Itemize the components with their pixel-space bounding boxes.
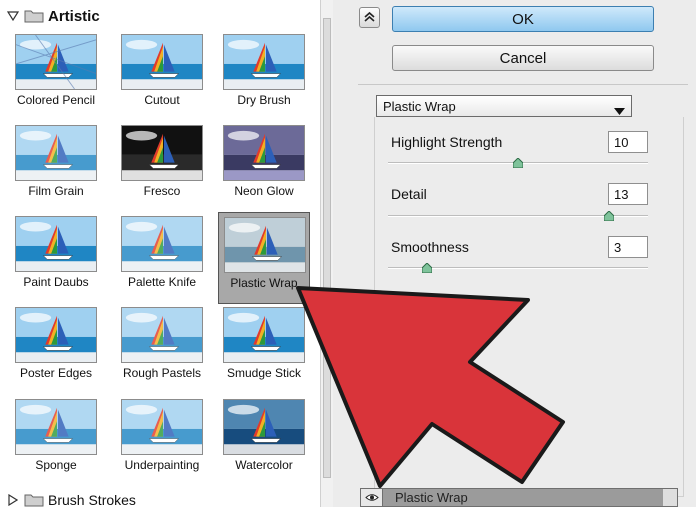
filter-thumbnail[interactable] [121,125,203,181]
filter-tile-label: Neon Glow [234,184,294,198]
filter-thumbnail[interactable] [15,34,97,90]
filter-tile[interactable]: Underpainting [116,395,208,487]
filter-tile[interactable]: Watercolor [218,395,310,487]
gallery-scrollbar[interactable] [320,0,333,507]
filter-tile-label: Sponge [35,458,77,472]
filter-tile-label: Poster Edges [19,366,93,380]
filter-tile-label: Colored Pencil [16,93,96,107]
filter-thumbnail[interactable] [121,307,203,363]
filter-tile-label: Dry Brush [237,93,291,107]
eye-icon[interactable] [361,489,383,506]
ok-button[interactable]: OK [392,6,654,32]
filter-thumbnail[interactable] [223,399,305,455]
filter-tile-label: Paint Daubs [23,275,89,289]
smoothness-input[interactable]: 3 [608,236,648,258]
slider-knob-icon[interactable] [421,262,433,274]
filter-tile[interactable]: Cutout [116,30,208,122]
detail-input[interactable]: 13 [608,183,648,205]
detail-label: Detail [391,186,427,202]
scrollbar-thumb[interactable] [323,18,331,478]
filter-thumbnail[interactable] [121,34,203,90]
folder-brush-strokes[interactable]: Brush Strokes [0,488,320,507]
effect-layer-row[interactable]: Plastic Wrap [360,488,678,507]
filter-tile-label: Film Grain [28,184,84,198]
filter-tile-label: Cutout [144,93,180,107]
filter-thumbnail[interactable] [121,216,203,272]
detail-slider[interactable] [388,210,648,222]
filter-tile[interactable]: Rough Pastels [116,303,208,395]
filter-thumbnail[interactable] [223,307,305,363]
filter-tile-label: Fresco [143,184,181,198]
filter-tile-label: Underpainting [124,458,200,472]
filter-thumbnail[interactable] [15,399,97,455]
filter-tile[interactable]: Sponge [10,395,102,487]
slider-knob-icon[interactable] [603,210,615,222]
settings-panel: OK Cancel Plastic Wrap Highlight Strengt… [334,0,696,507]
filter-tile[interactable]: Smudge Stick [218,303,310,395]
smoothness-slider[interactable] [388,262,648,274]
filter-select-value: Plastic Wrap [383,98,456,114]
filter-tile-label: Watercolor [235,458,293,472]
collapse-up-icon [364,11,375,25]
highlight-strength-input[interactable]: 10 [608,131,648,153]
highlight-strength-label: Highlight Strength [391,134,503,150]
filter-tile-label: Plastic Wrap [230,276,298,290]
filter-tile[interactable]: Palette Knife [116,212,208,304]
highlight-strength-slider[interactable] [388,157,648,169]
filter-thumbnail[interactable] [121,399,203,455]
folder-icon [24,493,44,507]
dropdown-arrow-icon [614,103,625,118]
folder-label: Brush Strokes [48,492,136,507]
filter-thumbnail[interactable] [224,217,306,273]
filter-select[interactable]: Plastic Wrap [376,95,632,117]
filter-thumbnail[interactable] [15,307,97,363]
chevron-right-icon[interactable] [6,493,20,507]
filter-thumbnail[interactable] [15,125,97,181]
filter-tile[interactable]: Plastic Wrap [218,212,310,304]
divider [358,84,688,85]
folder-icon [24,9,44,23]
filter-tile[interactable]: Poster Edges [10,303,102,395]
folder-label: Artistic [48,7,100,25]
filter-thumbnail[interactable] [223,34,305,90]
effect-layer-name: Plastic Wrap [395,490,468,505]
filter-tile[interactable]: Fresco [116,121,208,213]
filter-tile[interactable]: Neon Glow [218,121,310,213]
filter-tile-label: Rough Pastels [122,366,202,380]
slider-knob-icon[interactable] [512,157,524,169]
filter-parameters [374,117,684,497]
filter-thumbnail[interactable] [15,216,97,272]
filter-tile[interactable]: Film Grain [10,121,102,213]
cancel-button[interactable]: Cancel [392,45,654,71]
filter-tile-label: Smudge Stick [226,366,302,380]
filter-tile[interactable]: Paint Daubs [10,212,102,304]
filter-gallery: Artistic Colored Pencil Cutout Dry Brush… [0,0,333,507]
layer-scrollbar[interactable] [663,489,677,506]
filter-tile-label: Palette Knife [127,275,197,289]
filter-tile[interactable]: Dry Brush [218,30,310,122]
folder-artistic[interactable]: Artistic [0,4,320,28]
collapse-gallery-button[interactable] [359,7,380,28]
filter-thumbnail[interactable] [223,125,305,181]
smoothness-label: Smoothness [391,239,469,255]
chevron-down-icon[interactable] [6,9,20,23]
filter-tile[interactable]: Colored Pencil [10,30,102,122]
